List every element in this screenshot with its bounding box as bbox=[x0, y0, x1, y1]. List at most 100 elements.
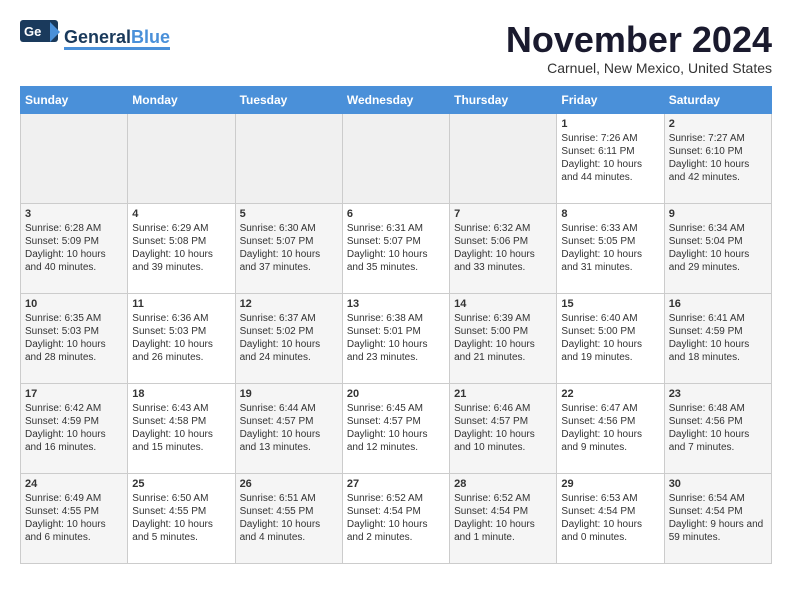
day-number: 21 bbox=[454, 388, 552, 400]
title-block: November 2024 Carnuel, New Mexico, Unite… bbox=[506, 20, 772, 76]
calendar-cell: 28Sunrise: 6:52 AMSunset: 4:54 PMDayligh… bbox=[450, 473, 557, 563]
day-info: Sunset: 5:06 PM bbox=[454, 235, 552, 248]
day-info: Sunrise: 6:34 AM bbox=[669, 222, 767, 235]
day-info: Daylight: 10 hours and 10 minutes. bbox=[454, 428, 552, 454]
day-info: Sunset: 4:57 PM bbox=[347, 415, 445, 428]
day-info: Sunrise: 7:27 AM bbox=[669, 132, 767, 145]
day-info: Sunrise: 7:26 AM bbox=[561, 132, 659, 145]
calendar-cell: 30Sunrise: 6:54 AMSunset: 4:54 PMDayligh… bbox=[664, 473, 771, 563]
day-info: Sunrise: 6:38 AM bbox=[347, 312, 445, 325]
day-number: 17 bbox=[25, 388, 123, 400]
logo-blue: Blue bbox=[131, 27, 170, 47]
day-info: Daylight: 10 hours and 44 minutes. bbox=[561, 158, 659, 184]
day-header-saturday: Saturday bbox=[664, 86, 771, 113]
calendar-cell bbox=[235, 113, 342, 203]
day-info: Sunrise: 6:47 AM bbox=[561, 402, 659, 415]
month-title: November 2024 bbox=[506, 20, 772, 60]
day-info: Sunrise: 6:32 AM bbox=[454, 222, 552, 235]
day-info: Sunrise: 6:54 AM bbox=[669, 492, 767, 505]
page-header: Ge GeneralBlue November 2024 Carnuel, Ne… bbox=[20, 20, 772, 76]
day-info: Sunset: 5:02 PM bbox=[240, 325, 338, 338]
calendar-cell: 10Sunrise: 6:35 AMSunset: 5:03 PMDayligh… bbox=[21, 293, 128, 383]
day-number: 9 bbox=[669, 208, 767, 220]
calendar-cell: 27Sunrise: 6:52 AMSunset: 4:54 PMDayligh… bbox=[342, 473, 449, 563]
day-number: 25 bbox=[132, 478, 230, 490]
week-row-2: 3Sunrise: 6:28 AMSunset: 5:09 PMDaylight… bbox=[21, 203, 772, 293]
day-info: Sunset: 6:11 PM bbox=[561, 145, 659, 158]
day-info: Sunrise: 6:44 AM bbox=[240, 402, 338, 415]
day-info: Sunrise: 6:53 AM bbox=[561, 492, 659, 505]
day-info: Daylight: 10 hours and 29 minutes. bbox=[669, 248, 767, 274]
day-info: Daylight: 10 hours and 7 minutes. bbox=[669, 428, 767, 454]
header-row: SundayMondayTuesdayWednesdayThursdayFrid… bbox=[21, 86, 772, 113]
day-info: Sunset: 4:59 PM bbox=[669, 325, 767, 338]
calendar-cell: 9Sunrise: 6:34 AMSunset: 5:04 PMDaylight… bbox=[664, 203, 771, 293]
day-info: Sunset: 5:07 PM bbox=[240, 235, 338, 248]
day-number: 15 bbox=[561, 298, 659, 310]
day-info: Sunrise: 6:52 AM bbox=[347, 492, 445, 505]
calendar-cell bbox=[450, 113, 557, 203]
week-row-1: 1 Sunrise: 7:26 AMSunset: 6:11 PMDaylight… bbox=[21, 113, 772, 203]
day-header-wednesday: Wednesday bbox=[342, 86, 449, 113]
day-info: Daylight: 10 hours and 26 minutes. bbox=[132, 338, 230, 364]
day-info: Sunset: 5:07 PM bbox=[347, 235, 445, 248]
calendar-cell: 15Sunrise: 6:40 AMSunset: 5:00 PMDayligh… bbox=[557, 293, 664, 383]
calendar-cell: 22Sunrise: 6:47 AMSunset: 4:56 PMDayligh… bbox=[557, 383, 664, 473]
day-info: Sunset: 4:55 PM bbox=[25, 505, 123, 518]
day-info: Sunset: 4:54 PM bbox=[561, 505, 659, 518]
calendar-cell: 12Sunrise: 6:37 AMSunset: 5:02 PMDayligh… bbox=[235, 293, 342, 383]
day-info: Sunset: 4:55 PM bbox=[240, 505, 338, 518]
day-info: Sunrise: 6:41 AM bbox=[669, 312, 767, 325]
day-info: Daylight: 10 hours and 2 minutes. bbox=[347, 518, 445, 544]
day-number: 30 bbox=[669, 478, 767, 490]
day-info: Sunrise: 6:35 AM bbox=[25, 312, 123, 325]
calendar-cell: 4Sunrise: 6:29 AMSunset: 5:08 PMDaylight… bbox=[128, 203, 235, 293]
day-info: Sunrise: 6:29 AM bbox=[132, 222, 230, 235]
logo-general: General bbox=[64, 27, 131, 47]
day-number: 28 bbox=[454, 478, 552, 490]
day-info: Daylight: 10 hours and 23 minutes. bbox=[347, 338, 445, 364]
day-info: Daylight: 9 hours and 59 minutes. bbox=[669, 518, 767, 544]
day-info: Sunset: 4:57 PM bbox=[454, 415, 552, 428]
day-number: 1 bbox=[561, 118, 659, 130]
calendar-cell: 21 Sunrise: 6:46 AMSunset: 4:57 PMDayligh… bbox=[450, 383, 557, 473]
day-info: Sunrise: 6:48 AM bbox=[669, 402, 767, 415]
calendar-cell: 23Sunrise: 6:48 AMSunset: 4:56 PMDayligh… bbox=[664, 383, 771, 473]
day-info: Daylight: 10 hours and 21 minutes. bbox=[454, 338, 552, 364]
day-info: Sunset: 4:54 PM bbox=[347, 505, 445, 518]
day-info: Sunrise: 6:33 AM bbox=[561, 222, 659, 235]
day-header-friday: Friday bbox=[557, 86, 664, 113]
day-info: Daylight: 10 hours and 1 minute. bbox=[454, 518, 552, 544]
day-info: Sunrise: 6:46 AM bbox=[454, 402, 552, 415]
day-info: Daylight: 10 hours and 9 minutes. bbox=[561, 428, 659, 454]
day-number: 7 bbox=[454, 208, 552, 220]
day-info: Daylight: 10 hours and 18 minutes. bbox=[669, 338, 767, 364]
day-info: Sunrise: 6:50 AM bbox=[132, 492, 230, 505]
day-info: Daylight: 10 hours and 0 minutes. bbox=[561, 518, 659, 544]
day-info: Sunset: 5:03 PM bbox=[25, 325, 123, 338]
day-info: Sunrise: 6:43 AM bbox=[132, 402, 230, 415]
day-info: Daylight: 10 hours and 35 minutes. bbox=[347, 248, 445, 274]
day-number: 24 bbox=[25, 478, 123, 490]
calendar-cell: 7Sunrise: 6:32 AMSunset: 5:06 PMDaylight… bbox=[450, 203, 557, 293]
calendar-cell: 11Sunrise: 6:36 AMSunset: 5:03 PMDayligh… bbox=[128, 293, 235, 383]
day-info: Daylight: 10 hours and 6 minutes. bbox=[25, 518, 123, 544]
calendar-cell: 24Sunrise: 6:49 AMSunset: 4:55 PMDayligh… bbox=[21, 473, 128, 563]
calendar-cell: 26Sunrise: 6:51 AMSunset: 4:55 PMDayligh… bbox=[235, 473, 342, 563]
day-number: 10 bbox=[25, 298, 123, 310]
day-info: Sunset: 4:58 PM bbox=[132, 415, 230, 428]
day-header-thursday: Thursday bbox=[450, 86, 557, 113]
week-row-4: 17Sunrise: 6:42 AMSunset: 4:59 PMDayligh… bbox=[21, 383, 772, 473]
day-info: Sunset: 5:05 PM bbox=[561, 235, 659, 248]
calendar-cell: 16Sunrise: 6:41 AMSunset: 4:59 PMDayligh… bbox=[664, 293, 771, 383]
day-info: Sunset: 4:56 PM bbox=[669, 415, 767, 428]
day-info: Sunrise: 6:28 AM bbox=[25, 222, 123, 235]
calendar-cell: 1 Sunrise: 7:26 AMSunset: 6:11 PMDaylight… bbox=[557, 113, 664, 203]
day-info: Sunset: 5:00 PM bbox=[454, 325, 552, 338]
day-info: Sunset: 5:08 PM bbox=[132, 235, 230, 248]
day-info: Sunrise: 6:45 AM bbox=[347, 402, 445, 415]
calendar-cell: 8Sunrise: 6:33 AMSunset: 5:05 PMDaylight… bbox=[557, 203, 664, 293]
day-header-sunday: Sunday bbox=[21, 86, 128, 113]
week-row-3: 10 Sunrise: 6:35 AMSunset: 5:03 PM Dayligh… bbox=[21, 293, 772, 383]
day-number: 22 bbox=[561, 388, 659, 400]
